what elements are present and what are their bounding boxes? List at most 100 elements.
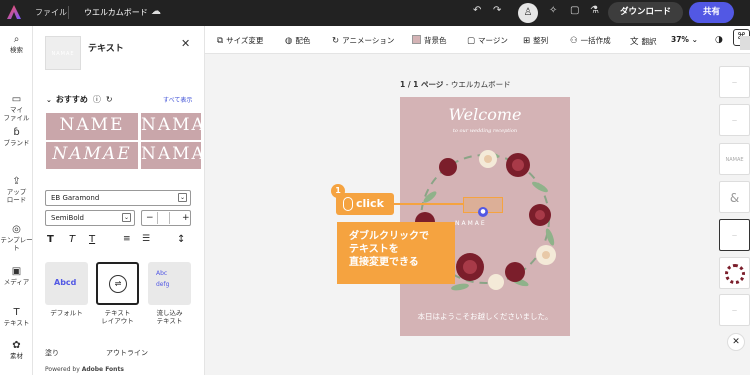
font-weight-select[interactable]: SemiBold ⌄ — [45, 210, 135, 226]
welcome-message[interactable]: 本日はようこそお越しくださいました。 — [400, 311, 570, 322]
animation-button[interactable]: ↻ アニメーション — [332, 35, 394, 46]
page-thumbnail[interactable] — [719, 257, 750, 289]
bulk-icon: ⚇ — [570, 36, 578, 46]
fill-label: 塗り — [45, 349, 59, 357]
text-style-tile[interactable]: NAMA — [141, 142, 201, 169]
animation-icon: ↻ — [332, 36, 340, 46]
page-thumbnail[interactable]: — — [719, 66, 750, 98]
rail-item-folder[interactable]: ▭ マイ ファイル — [0, 94, 33, 123]
margin-button[interactable]: ▢ マージン — [467, 35, 508, 46]
instruction-note: ダブルクリックで テキストを 直接変更できる — [337, 222, 455, 284]
minus-icon[interactable]: − — [146, 211, 154, 225]
chevron-down-icon: ⌄ — [122, 213, 131, 222]
preset-text-layout[interactable]: ⇌ — [96, 262, 139, 305]
share-button[interactable]: 共有 — [689, 2, 734, 23]
redo-icon[interactable]: ↷ — [493, 5, 501, 16]
text-style-tile[interactable]: NAMAE — [141, 113, 201, 140]
click-label: click — [356, 197, 384, 210]
rail-item-brand[interactable]: ɓ ブランド — [0, 128, 33, 148]
font-family-value: EB Garamond — [51, 194, 100, 202]
font-family-select[interactable]: EB Garamond ⌄ — [45, 190, 191, 206]
user-avatar[interactable]: ♙ — [518, 3, 538, 23]
search-icon: ⌕ — [13, 34, 20, 45]
bulk-create-button[interactable]: ⚇ 一括作成 — [570, 35, 611, 46]
app-logo-icon[interactable] — [6, 4, 22, 20]
mouse-icon — [343, 197, 353, 211]
divider — [157, 212, 158, 224]
rail-item-template[interactable]: ◎ テンプレー ト — [0, 225, 33, 253]
side-tab[interactable] — [740, 36, 750, 50]
page-thumbnail[interactable]: — — [719, 219, 750, 251]
lightbulb-icon[interactable]: ✧ — [549, 5, 557, 16]
invite-subtitle[interactable]: to our wedding reception — [400, 128, 570, 134]
rail-item-label: ブランド — [3, 139, 30, 147]
rail-item-text[interactable]: T テキスト — [0, 307, 33, 328]
swatch-icon — [412, 35, 421, 44]
theme-icon[interactable]: ◑ — [715, 35, 723, 45]
page-thumbnail[interactable]: — — [719, 294, 750, 326]
font-size-stepper[interactable]: − + — [141, 210, 191, 226]
see-all-link[interactable]: すべて表示 — [163, 95, 192, 104]
close-icon[interactable]: ✕ — [181, 37, 190, 50]
margin-icon: ▢ — [467, 36, 476, 46]
preset-flow-preview: Abc defg — [156, 270, 170, 288]
page-counter: 1 / 1 ページ — [400, 80, 444, 89]
chevron-down-icon: ⌄ — [178, 193, 187, 202]
preset-label: テキスト レイアウト — [101, 309, 134, 325]
close-icon[interactable]: ✕ — [727, 333, 745, 351]
page-thumbnail[interactable]: & — [719, 181, 750, 213]
resize-button[interactable]: ⧉ サイズ変更 — [217, 35, 263, 46]
welcome-heading[interactable]: Welcome — [400, 105, 570, 124]
underline-icon[interactable]: T — [89, 234, 95, 245]
info-icon[interactable]: ⓘ — [93, 94, 101, 105]
upload-icon: ⇪ — [12, 176, 21, 187]
list-icon[interactable]: ☰ — [142, 234, 150, 244]
plus-icon[interactable]: + — [182, 211, 190, 225]
powered-by: Powered by Adobe Fonts — [45, 366, 124, 373]
rail-item-media[interactable]: ▣ メディア — [0, 266, 33, 287]
rail-item-label: 検索 — [10, 46, 23, 54]
step-badge: 1 — [331, 184, 345, 198]
divider — [169, 212, 170, 224]
panel-title: テキスト — [88, 44, 124, 54]
rail-item-upload[interactable]: ⇪ アップ ロード — [0, 176, 33, 205]
folder-icon: ▭ — [11, 94, 22, 105]
document-title[interactable]: ウエルカムボード — [84, 7, 148, 18]
rail-item-search[interactable]: ⌕ 検索 — [0, 34, 33, 55]
translate-button[interactable]: 文翻訳 — [630, 35, 657, 47]
flask-icon[interactable]: ⚗ — [590, 5, 599, 16]
preset-flow-text[interactable]: Abc defg — [148, 262, 191, 305]
margin-label: マージン — [478, 36, 508, 45]
italic-icon[interactable]: T — [69, 234, 75, 245]
background-button[interactable]: 背景色 — [412, 35, 447, 46]
page-thumbnail[interactable]: — — [719, 104, 750, 136]
arrange-button[interactable]: ⊞ 整列 — [523, 35, 548, 46]
line-height-icon[interactable]: ↕ — [177, 234, 185, 245]
refresh-icon[interactable]: ↻ — [106, 95, 113, 104]
rail-item-label: メディア — [3, 278, 30, 286]
zoom-select[interactable]: 37% ⌄ — [671, 35, 698, 44]
preset-default[interactable]: Abcd — [45, 262, 88, 305]
rail-item-label: アップ ロード — [6, 188, 27, 204]
media-icon: ▣ — [11, 266, 22, 277]
download-button[interactable]: ダウンロード — [608, 2, 683, 23]
recommended-header[interactable]: ⌄ おすすめ ⓘ ↻ — [46, 94, 113, 105]
cloud-sync-icon[interactable]: ☁ — [151, 6, 161, 17]
color-button[interactable]: ◍ 配色 — [285, 35, 310, 46]
arrange-label: 整列 — [533, 36, 549, 45]
animation-label: アニメーション — [342, 36, 395, 45]
comment-icon[interactable]: ▢ — [570, 5, 579, 16]
rail-item-label: 素材 — [10, 352, 23, 360]
text-style-tile[interactable]: NAMAE — [46, 142, 138, 169]
align-center-icon[interactable]: ≡ — [123, 234, 131, 244]
page-thumbnail[interactable]: NAMAE — [719, 143, 750, 175]
couple-name-text[interactable]: NAMAE — [455, 220, 487, 227]
context-toolbar: ⧉ サイズ変更 ◍ 配色 ↻ アニメーション 背景色 ▢ マージン ⊞ 整列 ⚇ 一括作成 … — [205, 26, 750, 54]
resize-label: サイズ変更 — [226, 36, 264, 45]
undo-icon[interactable]: ↶ — [473, 5, 481, 16]
file-menu[interactable]: ファイル — [35, 7, 67, 18]
text-style-tile[interactable]: NAME — [46, 113, 138, 140]
text-icon: T — [13, 307, 20, 318]
rail-item-elements[interactable]: ✿ 素材 — [0, 341, 33, 361]
bold-icon[interactable]: T — [47, 234, 54, 245]
